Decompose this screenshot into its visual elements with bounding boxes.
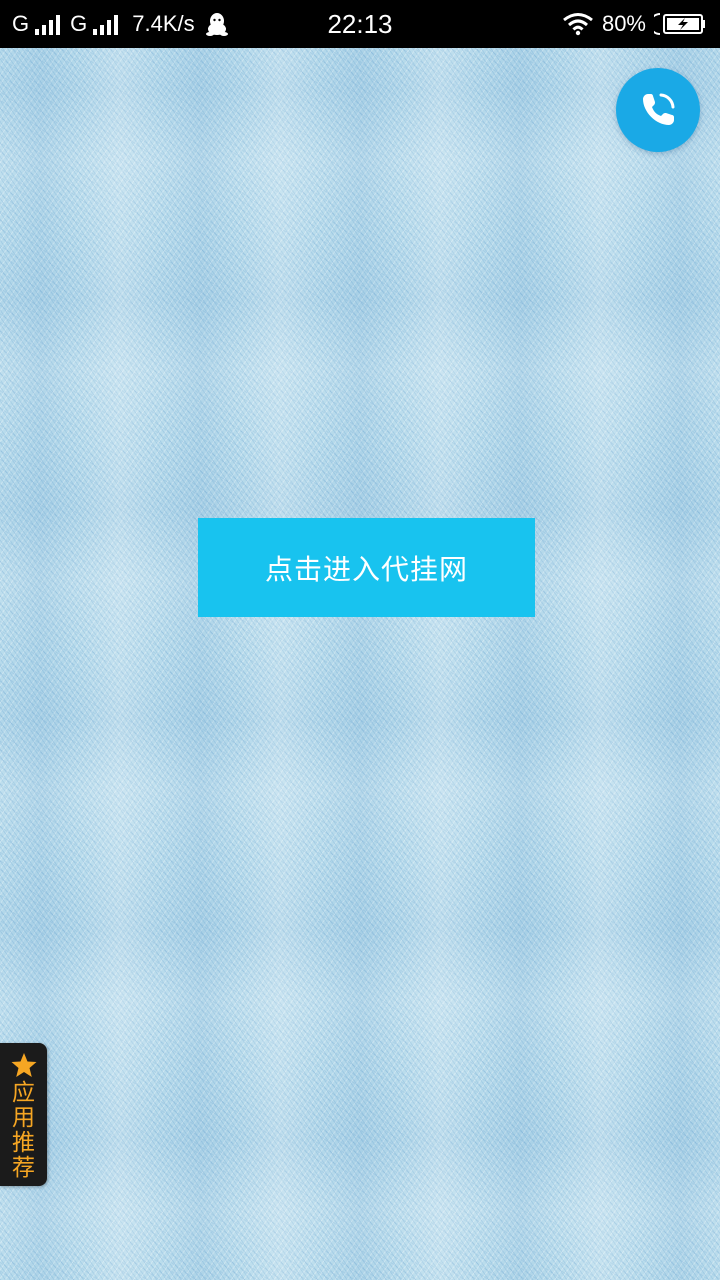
battery-charging-icon (654, 13, 705, 35)
call-button[interactable] (616, 68, 700, 152)
status-right: 80% (562, 0, 708, 48)
app-recommend-tab[interactable]: 应用推荐 (0, 1043, 47, 1186)
battery-percent: 80% (601, 11, 646, 36)
phone-icon (643, 93, 675, 125)
enter-site-button[interactable]: 点击进入代挂网 (198, 518, 535, 617)
status-bar: G G 7.4K/s 22:13 80% (0, 0, 720, 48)
app-screen: G G 7.4K/s 22:13 80% 点击进入代挂网 应用推荐 (0, 0, 720, 1280)
star-icon (11, 1053, 36, 1077)
wifi-icon (563, 13, 593, 36)
app-recommend-label: 应用推荐 (12, 1080, 35, 1181)
